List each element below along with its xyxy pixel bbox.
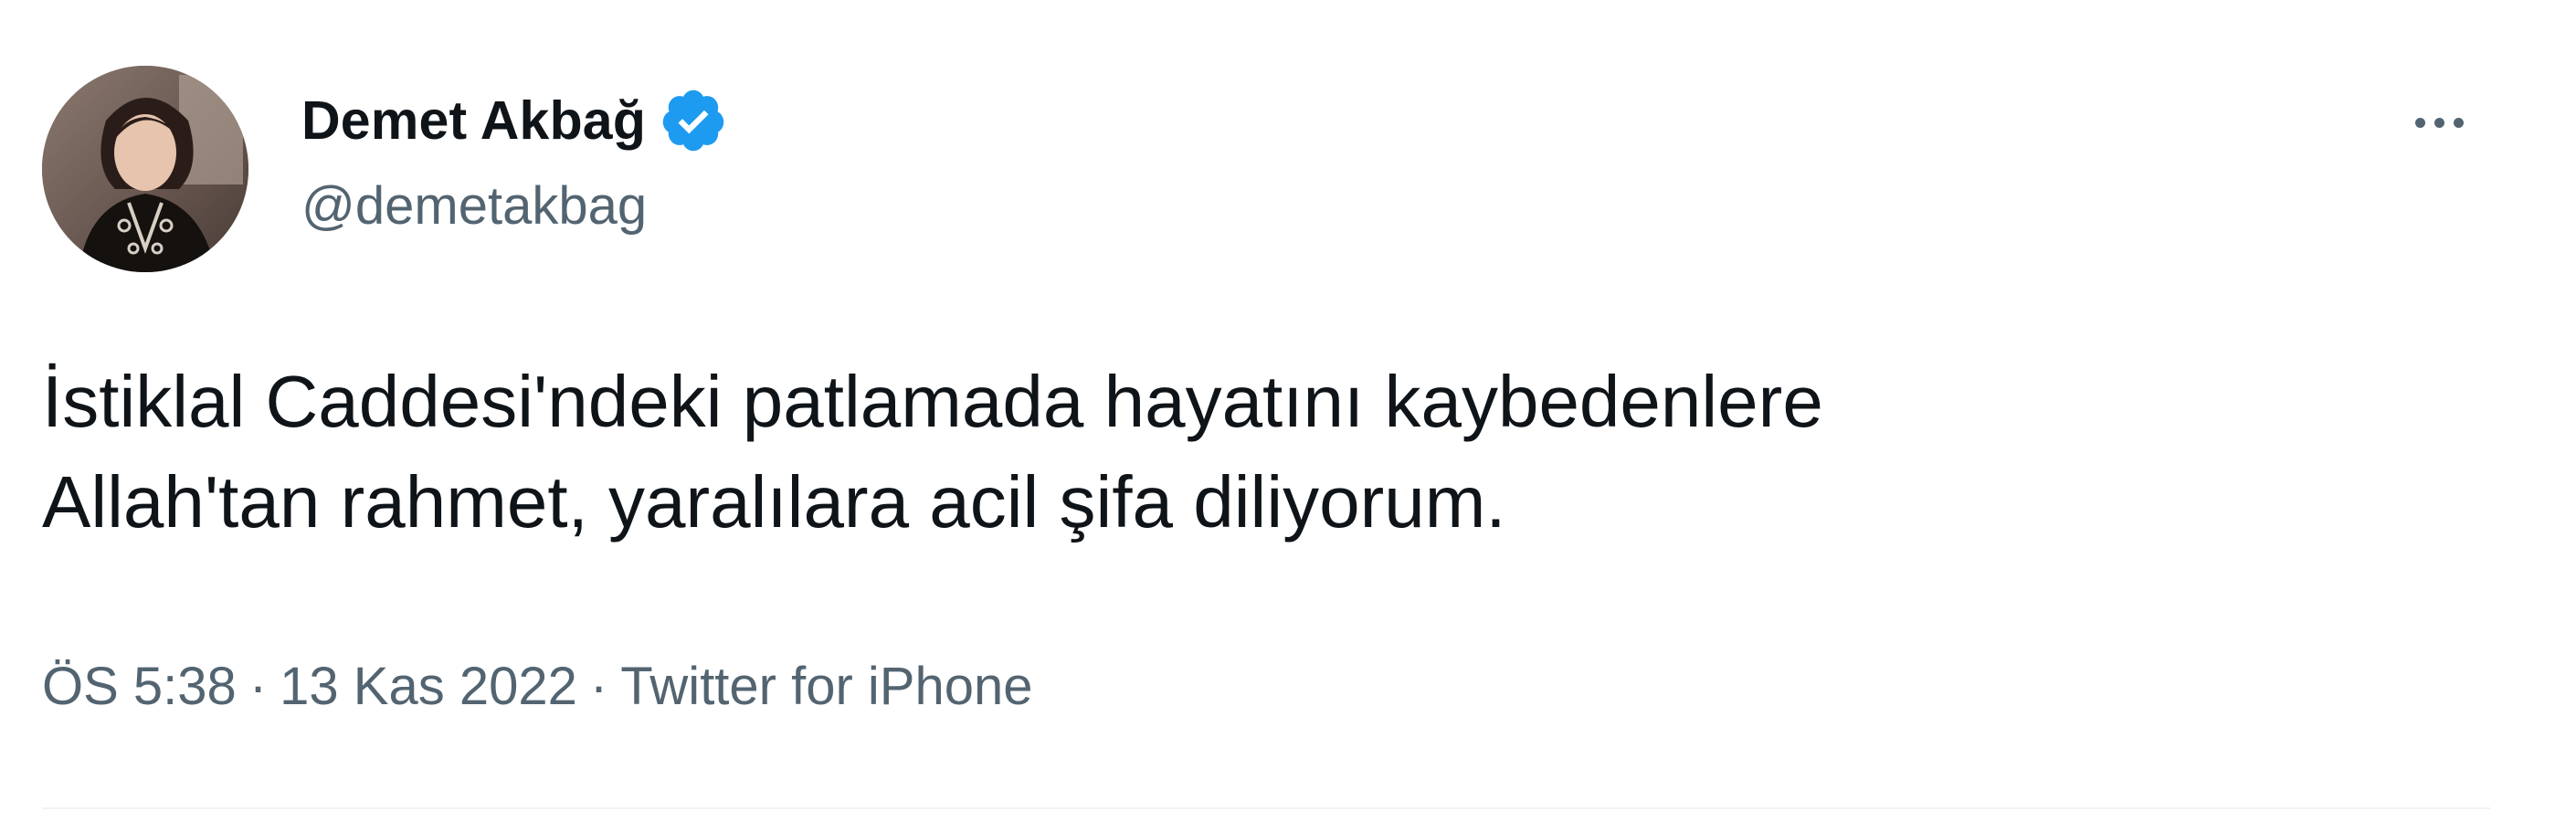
tweet-meta: ÖS 5:38 · 13 Kas 2022 · Twitter for iPho… — [42, 656, 1033, 717]
author-avatar[interactable] — [42, 66, 248, 272]
tweet-source[interactable]: Twitter for iPhone — [620, 656, 1032, 717]
verified-badge-icon — [659, 86, 728, 155]
meta-separator: · — [589, 657, 608, 716]
more-dot — [2433, 117, 2444, 128]
tweet-text: İstiklal Caddesi'ndeki patlamada hayatın… — [42, 361, 1823, 543]
author-handle[interactable]: @demetakbag — [301, 175, 647, 237]
tweet-date[interactable]: 13 Kas 2022 — [280, 656, 577, 717]
more-dots-icon[interactable] — [2402, 95, 2476, 150]
more-dot — [2453, 117, 2464, 128]
more-dot — [2414, 117, 2425, 128]
author-display-name[interactable]: Demet Akbağ — [301, 90, 646, 152]
avatar-image — [42, 66, 248, 272]
divider — [42, 807, 2490, 809]
author-name-row: Demet Akbağ — [301, 88, 728, 153]
meta-separator: · — [248, 657, 268, 716]
tweet-card: Demet Akbağ @demetakbag İstiklal Caddesi… — [0, 0, 2576, 822]
tweet-time[interactable]: ÖS 5:38 — [42, 656, 237, 717]
